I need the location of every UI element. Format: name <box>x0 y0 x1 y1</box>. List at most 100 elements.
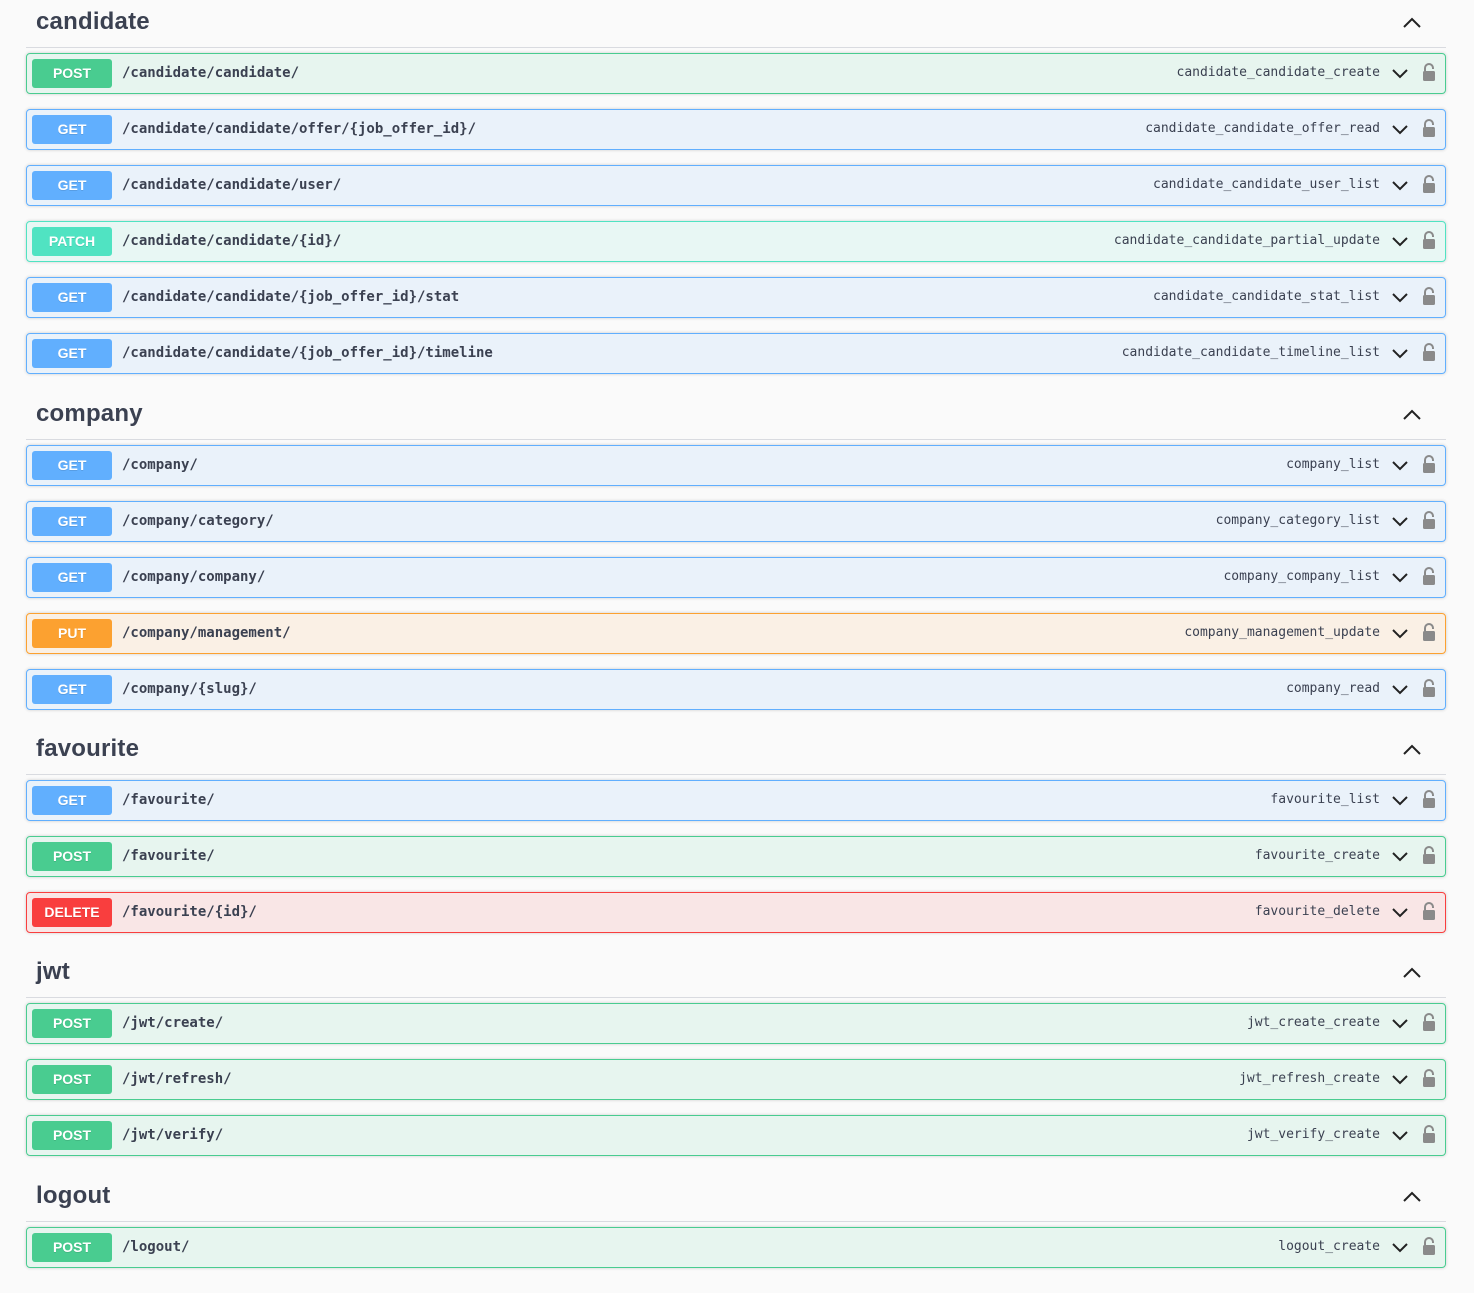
operation-row[interactable]: GET/candidate/candidate/{job_offer_id}/t… <box>26 333 1446 374</box>
lock-icon[interactable] <box>1421 174 1437 194</box>
method-badge: GET <box>32 563 112 592</box>
operation-row[interactable]: POST/favourite/favourite_create <box>26 836 1446 877</box>
lock-icon[interactable] <box>1421 286 1437 306</box>
operation-row[interactable]: GET/company/category/company_category_li… <box>26 501 1446 542</box>
method-badge: GET <box>32 786 112 815</box>
operation-row[interactable]: POST/jwt/refresh/jwt_refresh_create <box>26 1059 1446 1100</box>
chevron-down-icon[interactable] <box>1391 1071 1409 1089</box>
chevron-down-icon[interactable] <box>1391 569 1409 587</box>
endpoint-path: /jwt/verify/ <box>122 1127 224 1143</box>
operation-row[interactable]: GET/company/{slug}/ company_read <box>26 669 1446 710</box>
lock-icon[interactable] <box>1421 566 1437 586</box>
tag-section-company: company GET/company/company_list GET/compa… <box>26 392 1446 725</box>
chevron-down-icon[interactable] <box>1391 625 1409 643</box>
chevron-down-icon[interactable] <box>1391 1239 1409 1257</box>
method-badge: POST <box>32 59 112 88</box>
chevron-down-icon[interactable] <box>1391 792 1409 810</box>
operation-id: company_category_list <box>1215 513 1380 528</box>
chevron-down-icon[interactable] <box>1391 1015 1409 1033</box>
tag-header[interactable]: logout <box>26 1174 1446 1222</box>
tag-title: jwt <box>36 958 70 985</box>
method-badge: GET <box>32 171 112 200</box>
operation-row[interactable]: GET/candidate/candidate/user/candidate_c… <box>26 165 1446 206</box>
tag-section-jwt: jwt POST/jwt/create/jwt_create_create POST… <box>26 950 1446 1171</box>
operation-id: jwt_verify_create <box>1246 1127 1380 1142</box>
lock-icon[interactable] <box>1421 845 1437 865</box>
endpoint-path: /favourite/{id}/ <box>122 904 257 920</box>
operation-row[interactable]: POST/jwt/create/jwt_create_create <box>26 1003 1446 1044</box>
operation-row[interactable]: POST/candidate/candidate/candidate_candi… <box>26 53 1446 94</box>
lock-icon[interactable] <box>1421 789 1437 809</box>
lock-icon[interactable] <box>1421 454 1437 474</box>
operation-row[interactable]: DELETE/favourite/{id}/ favourite_delete <box>26 892 1446 933</box>
endpoint-path: /candidate/candidate/offer/{job_offer_id… <box>122 121 477 137</box>
chevron-down-icon[interactable] <box>1391 65 1409 83</box>
method-badge: POST <box>32 1009 112 1038</box>
chevron-down-icon[interactable] <box>1391 513 1409 531</box>
operation-row[interactable]: PUT/company/management/company_managemen… <box>26 613 1446 654</box>
operation-row[interactable]: GET/candidate/candidate/offer/{job_offer… <box>26 109 1446 150</box>
chevron-up-icon[interactable] <box>1400 12 1424 32</box>
chevron-up-icon[interactable] <box>1400 962 1424 982</box>
tag-header[interactable]: company <box>26 392 1446 440</box>
chevron-down-icon[interactable] <box>1391 233 1409 251</box>
endpoint-path: /company/company/ <box>122 569 266 585</box>
method-badge: GET <box>32 675 112 704</box>
operation-row[interactable]: GET/candidate/candidate/{job_offer_id}/s… <box>26 277 1446 318</box>
lock-icon[interactable] <box>1421 1012 1437 1032</box>
method-badge: POST <box>32 842 112 871</box>
tag-section-candidate: candidate POST/candidate/candidate/candid… <box>26 0 1446 389</box>
chevron-up-icon[interactable] <box>1400 404 1424 424</box>
operation-id: company_list <box>1286 457 1380 472</box>
lock-icon[interactable] <box>1421 1236 1437 1256</box>
chevron-down-icon[interactable] <box>1391 681 1409 699</box>
lock-icon[interactable] <box>1421 1124 1437 1144</box>
method-badge: GET <box>32 451 112 480</box>
lock-icon[interactable] <box>1421 62 1437 82</box>
chevron-down-icon[interactable] <box>1391 904 1409 922</box>
lock-icon[interactable] <box>1421 230 1437 250</box>
lock-icon[interactable] <box>1421 1068 1437 1088</box>
chevron-down-icon[interactable] <box>1391 177 1409 195</box>
tag-header[interactable]: favourite <box>26 727 1446 775</box>
lock-icon[interactable] <box>1421 118 1437 138</box>
operation-id: candidate_candidate_create <box>1176 65 1381 80</box>
operation-id: company_management_update <box>1184 625 1380 640</box>
chevron-down-icon[interactable] <box>1391 121 1409 139</box>
lock-icon[interactable] <box>1421 901 1437 921</box>
endpoint-path: /company/category/ <box>122 513 274 529</box>
operation-row[interactable]: PATCH/candidate/candidate/{id}/ candidate… <box>26 221 1446 262</box>
swagger-operations-list: candidate POST/candidate/candidate/candid… <box>0 0 1474 1293</box>
chevron-down-icon[interactable] <box>1391 457 1409 475</box>
chevron-up-icon[interactable] <box>1400 739 1424 759</box>
operation-id: candidate_candidate_partial_update <box>1113 233 1380 248</box>
operation-id: favourite_delete <box>1254 904 1380 919</box>
operation-id: jwt_create_create <box>1246 1015 1380 1030</box>
tag-header[interactable]: jwt <box>26 950 1446 998</box>
operation-id: candidate_candidate_user_list <box>1153 177 1380 192</box>
chevron-down-icon[interactable] <box>1391 1127 1409 1145</box>
lock-icon[interactable] <box>1421 342 1437 362</box>
operation-row[interactable]: POST/logout/logout_create <box>26 1227 1446 1268</box>
method-badge: GET <box>32 507 112 536</box>
endpoint-path: /company/management/ <box>122 625 291 641</box>
chevron-down-icon[interactable] <box>1391 289 1409 307</box>
operation-row[interactable]: GET/favourite/favourite_list <box>26 780 1446 821</box>
operation-row[interactable]: GET/company/company/company_company_list <box>26 557 1446 598</box>
chevron-down-icon[interactable] <box>1391 848 1409 866</box>
tag-title: candidate <box>36 8 150 35</box>
lock-icon[interactable] <box>1421 678 1437 698</box>
lock-icon[interactable] <box>1421 622 1437 642</box>
chevron-up-icon[interactable] <box>1400 1186 1424 1206</box>
method-badge: GET <box>32 115 112 144</box>
lock-icon[interactable] <box>1421 510 1437 530</box>
operation-row[interactable]: GET/company/company_list <box>26 445 1446 486</box>
operation-id: company_company_list <box>1223 569 1380 584</box>
method-badge: POST <box>32 1121 112 1150</box>
endpoint-path: /candidate/candidate/ <box>122 65 300 81</box>
tag-header[interactable]: candidate <box>26 0 1446 48</box>
operation-row[interactable]: POST/jwt/verify/jwt_verify_create <box>26 1115 1446 1156</box>
chevron-down-icon[interactable] <box>1391 345 1409 363</box>
endpoint-path: /candidate/candidate/{job_offer_id}/stat <box>122 289 460 305</box>
tag-title: logout <box>36 1182 111 1209</box>
